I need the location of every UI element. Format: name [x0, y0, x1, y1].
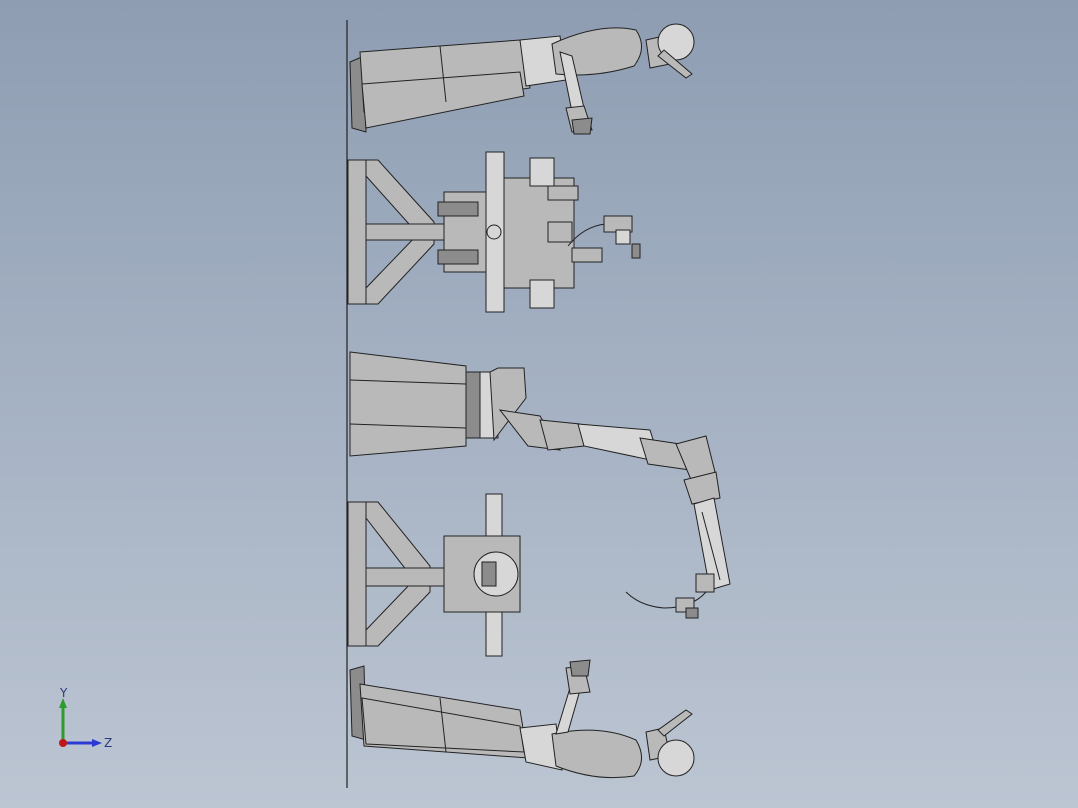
z-axis-label: Z [104, 736, 112, 750]
x-axis-dot [59, 739, 67, 747]
welding-fixture-lower[interactable] [347, 493, 521, 657]
robot-arm[interactable] [498, 409, 731, 619]
cad-model-view[interactable] [0, 0, 1078, 808]
coordinate-triad: Y Z [50, 686, 120, 756]
robot-base[interactable] [349, 351, 527, 457]
welding-fixture-upper[interactable] [347, 151, 641, 313]
y-axis-label: Y [59, 686, 68, 700]
graphics-viewport[interactable] [0, 0, 1078, 808]
operator-figure-bottom[interactable] [349, 659, 695, 779]
operator-figure-top[interactable] [349, 23, 695, 135]
